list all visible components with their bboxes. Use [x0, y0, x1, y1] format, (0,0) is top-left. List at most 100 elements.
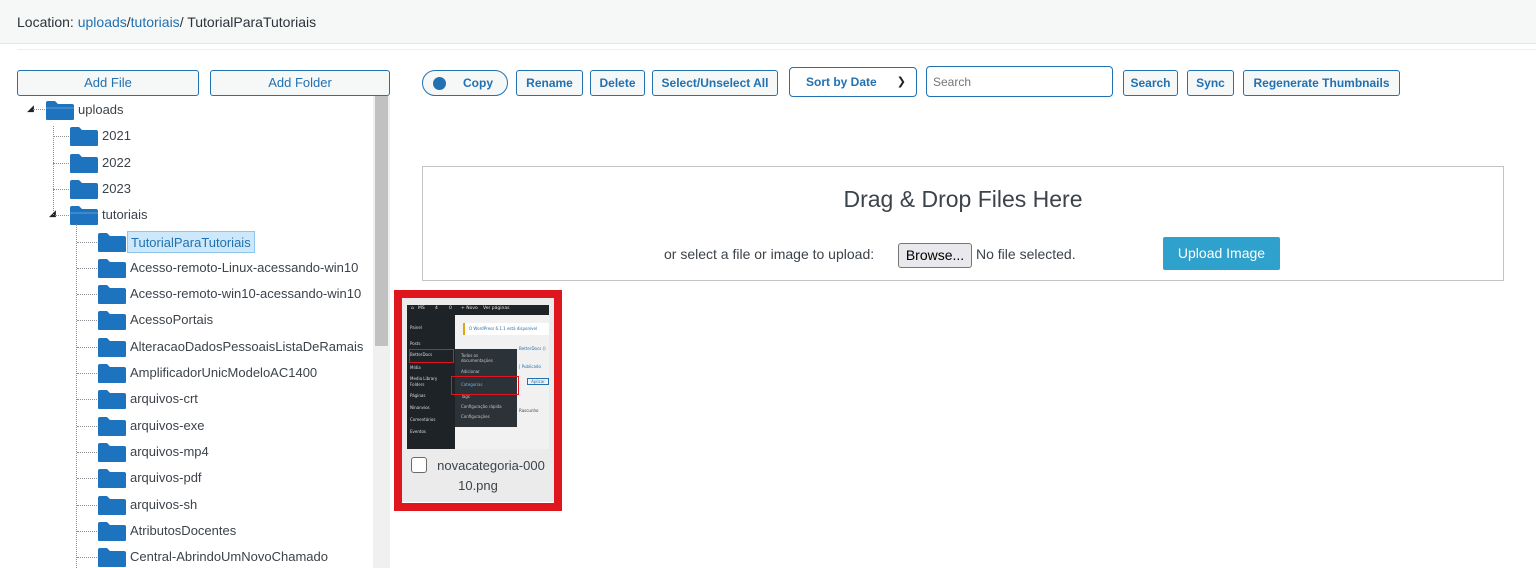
folder-icon — [97, 520, 127, 542]
search-button[interactable]: Search — [1123, 70, 1178, 96]
folder-icon — [69, 152, 99, 174]
tree-item-2021[interactable]: 2021 — [69, 123, 134, 149]
thumb-admin-bar: ⌂ MS 4 0 + Novo Ver páginas — [407, 305, 549, 315]
add-folder-button[interactable]: Add Folder — [210, 70, 390, 96]
thumb-highlight-menu — [409, 349, 454, 363]
folder-label: Central-AbrindoUmNovoChamado — [130, 549, 328, 565]
folder-label: arquivos-crt — [130, 391, 198, 407]
toggle-knob — [433, 77, 446, 90]
scroll-thumb[interactable] — [375, 96, 388, 346]
tree-item-2022[interactable]: 2022 — [69, 150, 134, 176]
upload-image-button[interactable]: Upload Image — [1163, 237, 1280, 270]
folder-icon — [97, 467, 127, 489]
delete-button[interactable]: Delete — [590, 70, 645, 96]
folder-label: arquivos-pdf — [130, 470, 202, 486]
tree-item-child[interactable]: AmplificadorUnicModeloAC1400 — [97, 360, 320, 386]
rename-button[interactable]: Rename — [516, 70, 583, 96]
folder-icon — [97, 336, 127, 358]
tree-scrollbar[interactable]: ▲ — [373, 96, 390, 568]
folder-icon — [97, 231, 127, 253]
tree-item-child[interactable]: arquivos-sh — [97, 492, 200, 518]
thumb-highlight-categorias — [451, 376, 519, 395]
tree-connector — [77, 320, 97, 322]
add-file-button[interactable]: Add File — [17, 70, 199, 96]
search-input[interactable] — [926, 66, 1113, 97]
tree-connector — [53, 126, 54, 216]
folder-label: tutoriais — [102, 207, 148, 223]
tree-item-child[interactable]: arquivos-mp4 — [97, 439, 212, 465]
folder-icon — [97, 388, 127, 410]
tree-item-child[interactable]: Central-AbrindoUmNovoChamado — [97, 544, 331, 568]
location-bar: Location: uploads/tutoriais/ TutorialPar… — [0, 0, 1536, 44]
folder-icon — [97, 415, 127, 437]
tree-connector — [53, 162, 69, 164]
tree-item-child[interactable]: arquivos-pdf — [97, 465, 205, 491]
tree-item-tutoriais[interactable]: tutoriais — [69, 202, 151, 228]
folder-label: arquivos-mp4 — [130, 443, 209, 459]
folder-tree-panel: ◢ uploads 2021 2022 2023 ◢ tutoriais TutorialPa… — [17, 96, 390, 568]
tree-connector — [77, 478, 97, 480]
tree-item-uploads[interactable]: uploads — [45, 97, 127, 123]
browse-button[interactable]: Browse... — [898, 243, 972, 268]
folder-icon — [97, 309, 127, 331]
sort-select[interactable]: Sort by Date ❯ — [789, 67, 917, 97]
folder-icon — [97, 546, 127, 568]
folder-label: AtributosDocentes — [130, 522, 237, 538]
copy-toggle[interactable]: Copy — [422, 70, 508, 96]
folder-icon — [97, 441, 127, 463]
folder-label: 2022 — [102, 154, 131, 170]
thumb-notice: O WordPress 6.1.1 está disponível — [463, 323, 549, 335]
file-card[interactable]: ⌂ MS 4 0 + Novo Ver páginas Painel Posts… — [402, 298, 554, 502]
folder-open-icon — [69, 204, 99, 226]
file-name-ext: 10.png — [458, 478, 498, 493]
folder-label: arquivos-exe — [130, 417, 205, 433]
folder-label: AlteracaoDadosPessoaisListaDeRamais — [130, 338, 364, 354]
folder-label: Acesso-remoto-win10-acessando-win10 — [130, 286, 362, 302]
wp-logo-icon: ⌂ — [411, 306, 414, 311]
tree-item-child[interactable]: AtributosDocentes — [97, 518, 239, 544]
thumb-sidebar: Painel Posts BetterDocs Mídia Media Libr… — [407, 315, 455, 449]
sort-label: Sort by Date — [806, 75, 877, 89]
tree-connector — [77, 373, 97, 374]
tree-item-2023[interactable]: 2023 — [69, 176, 134, 202]
upload-dropzone[interactable]: Drag & Drop Files Here or select a file … — [422, 166, 1504, 281]
tree-item-child[interactable]: Acesso-remoto-Linux-acessando-win10 — [97, 255, 361, 281]
file-thumbnail[interactable]: ⌂ MS 4 0 + Novo Ver páginas Painel Posts… — [407, 305, 549, 449]
folder-icon — [69, 125, 99, 147]
regenerate-thumbnails-button[interactable]: Regenerate Thumbnails — [1243, 70, 1400, 96]
tree-item-child[interactable]: Acesso-remoto-win10-acessando-win10 — [97, 281, 364, 307]
chevron-down-icon: ❯ — [896, 76, 906, 88]
tree-connector — [77, 241, 97, 243]
tree-item-child[interactable]: arquivos-exe — [97, 413, 207, 439]
tree-connector — [77, 530, 97, 532]
dropzone-title: Drag & Drop Files Here — [843, 186, 1083, 212]
select-all-button[interactable]: Select/Unselect All — [652, 70, 778, 96]
folder-label: TutorialParaTutoriais — [127, 230, 255, 253]
tree-connector — [77, 504, 97, 506]
tree-item-child[interactable]: AlteracaoDadosPessoaisListaDeRamais — [97, 334, 366, 360]
folder-label: AmplificadorUnicModeloAC1400 — [130, 365, 318, 380]
tree-connector — [77, 557, 97, 559]
location-prefix: Location: — [17, 14, 74, 30]
tree-item-child[interactable]: AcessoPortais — [97, 307, 216, 333]
crumb-tutoriais[interactable]: tutoriais — [131, 14, 180, 30]
folder-label: 2023 — [102, 180, 131, 196]
tree-item-child[interactable]: TutorialParaTutoriais — [97, 229, 255, 255]
folder-tree: ◢ uploads 2021 2022 2023 ◢ tutoriais TutorialPa… — [17, 96, 373, 568]
tree-connector — [77, 399, 97, 401]
folder-icon — [97, 362, 127, 384]
collapse-uploads-icon[interactable]: ◢ — [27, 103, 34, 113]
folder-label: Acesso-remoto-Linux-acessando-win10 — [130, 259, 359, 275]
folder-icon — [97, 494, 127, 516]
tree-item-child[interactable]: arquivos-crt — [97, 386, 201, 412]
sync-button[interactable]: Sync — [1187, 70, 1234, 96]
crumb-current: TutorialParaTutoriais — [183, 14, 317, 30]
tree-connector — [76, 224, 77, 568]
folder-label: arquivos-sh — [130, 496, 198, 512]
tree-connector — [77, 425, 97, 427]
tree-connector — [77, 267, 97, 269]
folder-label: 2021 — [102, 128, 131, 144]
tree-connector — [77, 346, 97, 348]
tree-connector — [55, 215, 69, 217]
crumb-uploads[interactable]: uploads — [78, 14, 127, 30]
